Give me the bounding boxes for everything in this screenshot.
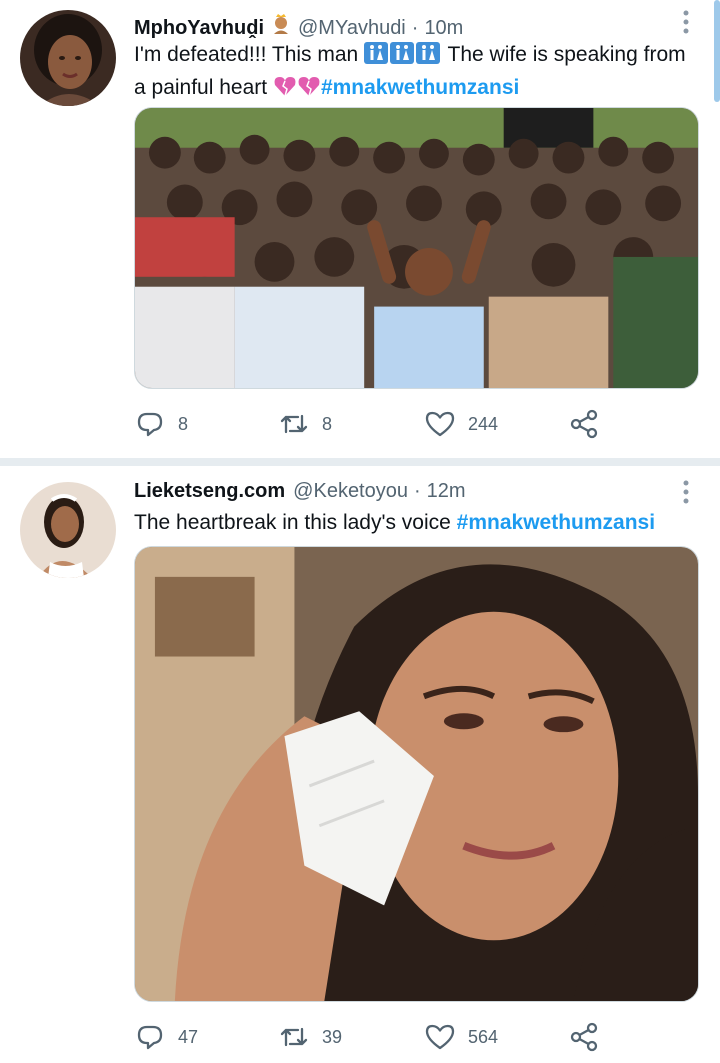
toilet-sign-emojis (364, 41, 442, 73)
reply-count: 8 (178, 413, 189, 434)
share-button[interactable] (568, 1021, 600, 1053)
avatar[interactable] (20, 482, 116, 578)
retweet-count: 39 (322, 1026, 343, 1047)
tweet-photo[interactable] (134, 546, 699, 1002)
retweet-icon (280, 414, 308, 434)
retweet-icon (280, 1027, 308, 1047)
retweet-button[interactable]: 8 (278, 408, 332, 440)
reply-icon (137, 412, 163, 437)
like-count: 564 (468, 1026, 499, 1047)
tweet-header: Lieketseng.com @Keketoyou · 12m (134, 480, 670, 503)
timeline-feed: MphoYavhuḓi @MYavhudi · 10m I'm defeated… (0, 0, 720, 1063)
like-button[interactable]: 244 (424, 408, 498, 440)
handle[interactable]: @MYavhudi (298, 17, 406, 40)
tweet-actions: 47 39 564 (134, 1021, 614, 1053)
heart-icon (425, 411, 455, 437)
tweet-text-part: The heartbreak in this lady's voice (134, 511, 457, 534)
tweet[interactable]: Lieketseng.com @Keketoyou · 12m The hear… (0, 466, 720, 1063)
reply-icon (137, 1025, 163, 1050)
share-icon (570, 1022, 598, 1052)
tweet-header: MphoYavhuḓi @MYavhudi · 10m (134, 12, 670, 40)
retweet-button[interactable]: 39 (278, 1021, 342, 1053)
share-button[interactable] (568, 408, 600, 440)
like-button[interactable]: 564 (424, 1021, 498, 1053)
woman-with-crown-emoji (270, 12, 292, 34)
hashtag-link[interactable]: #mnakwethumzansi (321, 76, 519, 99)
retweet-count: 8 (322, 413, 333, 434)
timestamp[interactable]: 10m (424, 17, 463, 40)
tweet-photo[interactable] (134, 107, 699, 389)
like-count: 244 (468, 413, 499, 434)
reply-count: 47 (178, 1026, 199, 1047)
heart-icon (425, 1024, 455, 1050)
broken-hearts-emoji (273, 74, 321, 106)
hashtag-link[interactable]: #mnakwethumzansi (457, 511, 655, 534)
tweet-actions: 8 8 244 (134, 408, 614, 440)
display-name[interactable]: Lieketseng.com (134, 480, 285, 503)
tweet-text-part: I'm defeated!!! This man (134, 43, 365, 66)
tweet-text: I'm defeated!!! This man The wife is spe… (134, 40, 690, 106)
more-vertical-icon[interactable] (682, 8, 690, 36)
share-icon (570, 409, 598, 439)
separator: · (414, 480, 421, 502)
separator: · (411, 17, 419, 39)
reply-button[interactable]: 8 (134, 408, 188, 440)
tweet[interactable]: MphoYavhuḓi @MYavhudi · 10m I'm defeated… (0, 0, 720, 458)
timestamp[interactable]: 12m (427, 480, 466, 503)
more-vertical-icon[interactable] (682, 478, 690, 506)
handle[interactable]: @Keketoyou (293, 480, 408, 503)
display-name[interactable]: MphoYavhuḓi (134, 17, 264, 40)
tweet-divider (0, 458, 720, 466)
avatar[interactable] (20, 10, 116, 106)
tweet-text: The heartbreak in this lady's voice #mna… (134, 508, 690, 537)
reply-button[interactable]: 47 (134, 1021, 198, 1053)
